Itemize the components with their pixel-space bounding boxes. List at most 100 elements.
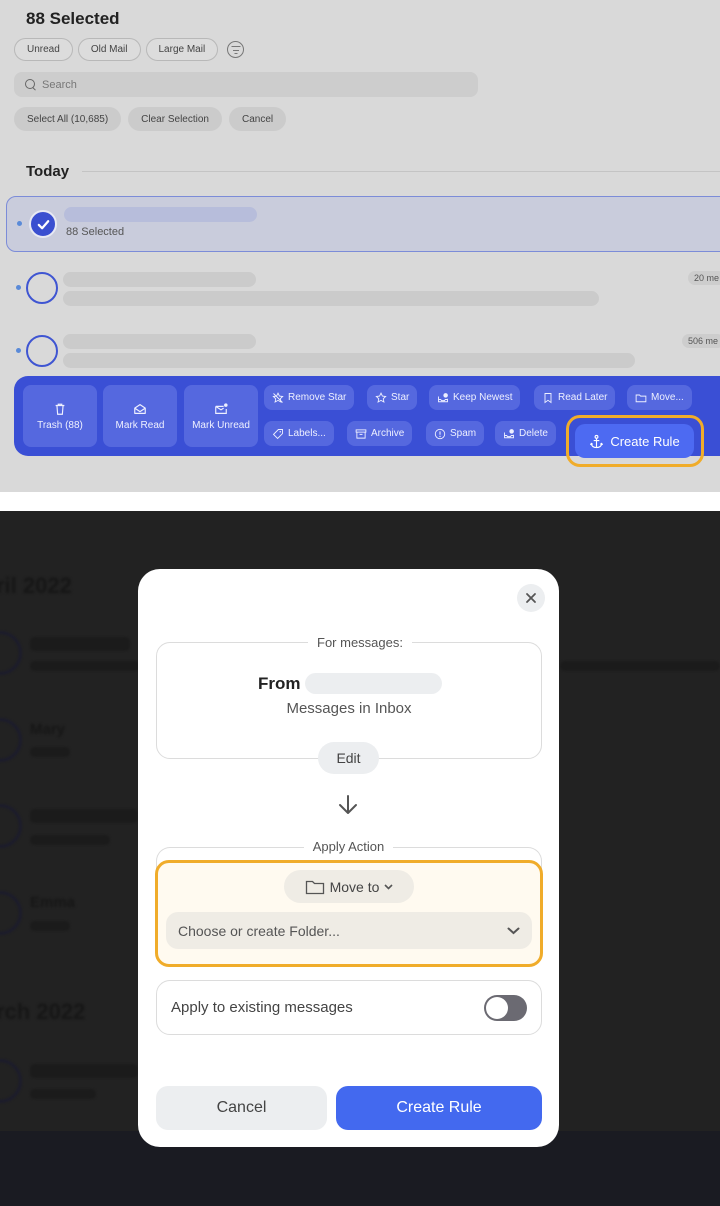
clear-selection-button[interactable]: Clear Selection: [128, 107, 222, 131]
folder-select-placeholder: Choose or create Folder...: [178, 922, 340, 939]
labels-label: Labels...: [288, 428, 326, 439]
action-type-dropdown[interactable]: Move to: [284, 870, 414, 903]
message-row[interactable]: 506 me: [6, 325, 720, 381]
bg-sender: [30, 809, 138, 823]
envelope-open-icon: [134, 403, 146, 414]
star-slash-icon: [272, 391, 284, 403]
arrow-down-icon: [339, 795, 357, 814]
action-legend: Apply Action: [0, 838, 697, 856]
star-button[interactable]: Star: [367, 385, 418, 410]
bg-sender: [30, 637, 130, 651]
filter-icon[interactable]: [227, 41, 245, 58]
message-row-selected[interactable]: 88 Selected: [6, 196, 720, 252]
keep-newest-label: Keep Newest: [453, 392, 513, 403]
remove-star-label: Remove Star: [288, 392, 347, 403]
checkbox-empty-icon[interactable]: [26, 335, 58, 367]
bg-sender: [30, 1064, 138, 1078]
checkbox-empty-icon[interactable]: [26, 272, 58, 304]
bg-preview: [30, 747, 70, 757]
mark-read-button[interactable]: Mark Read: [103, 385, 177, 447]
apply-existing-toggle[interactable]: [484, 994, 527, 1021]
page-title: 88 Selected: [26, 9, 120, 28]
section-heading-today: Today: [26, 163, 70, 180]
apply-existing-row: Apply to existing messages: [156, 980, 542, 1035]
trash-label: Trash (88): [37, 419, 83, 431]
checkbox-checked-icon[interactable]: [29, 210, 57, 238]
message-row[interactable]: 20 me: [6, 262, 720, 318]
section-divider: [82, 171, 720, 172]
archive-button[interactable]: Archive: [347, 421, 413, 446]
archive-label: Archive: [371, 428, 405, 439]
keep-newest-button[interactable]: Keep Newest: [429, 385, 521, 410]
panel-separator: [0, 492, 720, 511]
anchor-icon: [590, 434, 604, 448]
spam-button[interactable]: Spam: [426, 421, 485, 446]
bg-preview: [560, 661, 720, 671]
bg-avatar: [0, 718, 22, 762]
mark-read-label: Mark Read: [115, 419, 165, 431]
star-icon: [375, 391, 387, 403]
cancel-selection-button[interactable]: Cancel: [228, 107, 287, 131]
read-later-label: Read Later: [558, 392, 608, 403]
mail-selection-screen: 88 Selected Unread Old Mail Large Mail S…: [0, 0, 720, 492]
folder-icon: [305, 880, 324, 894]
bg-sender-mary: Mary: [30, 721, 66, 738]
remove-star-button[interactable]: Remove Star: [264, 385, 355, 410]
trash-button[interactable]: Trash (88): [23, 385, 97, 447]
bg-preview: [30, 661, 140, 671]
bg-preview: [30, 921, 70, 931]
exclamation-circle-icon: [434, 428, 446, 439]
message-count-badge: 20 me: [688, 271, 720, 285]
bg-avatar: [0, 891, 22, 935]
unread-dot: [17, 221, 22, 226]
delete-button[interactable]: Delete: [495, 421, 556, 446]
labels-button[interactable]: Labels...: [264, 421, 334, 446]
delete-label: Delete: [519, 428, 548, 439]
chevron-down-icon: [507, 927, 520, 934]
folder-select[interactable]: Choose or create Folder...: [166, 912, 532, 949]
star-label: Star: [391, 392, 410, 403]
move-label: Move...: [651, 392, 684, 403]
apply-action-label: Apply Action: [303, 839, 394, 854]
subject-placeholder: [63, 291, 599, 306]
search-icon: [25, 79, 36, 90]
apply-existing-label: Apply to existing messages: [171, 999, 353, 1016]
tray-delete-icon: [504, 428, 514, 438]
create-rule-toolbar-button[interactable]: Create Rule: [575, 424, 694, 458]
bg-heading-april: ril 2022: [0, 573, 72, 598]
mark-unread-label: Mark Unread: [192, 419, 250, 431]
select-all-button[interactable]: Select All (10,685): [14, 107, 122, 131]
read-later-button[interactable]: Read Later: [534, 385, 616, 410]
message-count-badge: 506 me: [682, 334, 720, 348]
tag-icon: [272, 428, 283, 439]
filter-chip-old-mail[interactable]: Old Mail: [77, 38, 141, 61]
selection-actions: Select All (10,685) Clear Selection Canc…: [14, 107, 287, 131]
move-button[interactable]: Move...: [627, 385, 692, 410]
bg-avatar: [0, 631, 22, 675]
cancel-button[interactable]: Cancel: [156, 1086, 327, 1130]
edit-condition-button[interactable]: Edit: [318, 742, 379, 774]
unread-dot: [16, 285, 21, 290]
mark-unread-button[interactable]: Mark Unread: [184, 385, 258, 447]
tray-badge-icon: [438, 392, 448, 402]
filter-chip-unread[interactable]: Unread: [14, 38, 73, 61]
sender-placeholder: [64, 207, 257, 222]
folder-icon: [635, 394, 647, 402]
sender-placeholder: [63, 334, 256, 349]
bookmark-icon: [544, 392, 552, 403]
envelope-dot-icon: [215, 402, 228, 414]
search-input[interactable]: Search: [14, 72, 478, 97]
filter-chip-large-mail[interactable]: Large Mail: [145, 38, 219, 61]
scope-label: Messages in Inbox: [286, 700, 412, 717]
subject-placeholder: [63, 353, 635, 368]
chevron-down-icon: [384, 883, 393, 890]
close-button[interactable]: [517, 584, 545, 612]
create-rule-button[interactable]: Create Rule: [336, 1086, 542, 1130]
bg-heading-march: rch 2022: [0, 999, 86, 1024]
trash-icon: [55, 403, 65, 415]
bg-sender-emma: Emma: [30, 894, 76, 911]
sender-placeholder: [63, 272, 256, 287]
archive-box-icon: [355, 428, 367, 439]
create-rule-toolbar-label: Create Rule: [610, 433, 680, 449]
bg-preview: [30, 1089, 96, 1099]
